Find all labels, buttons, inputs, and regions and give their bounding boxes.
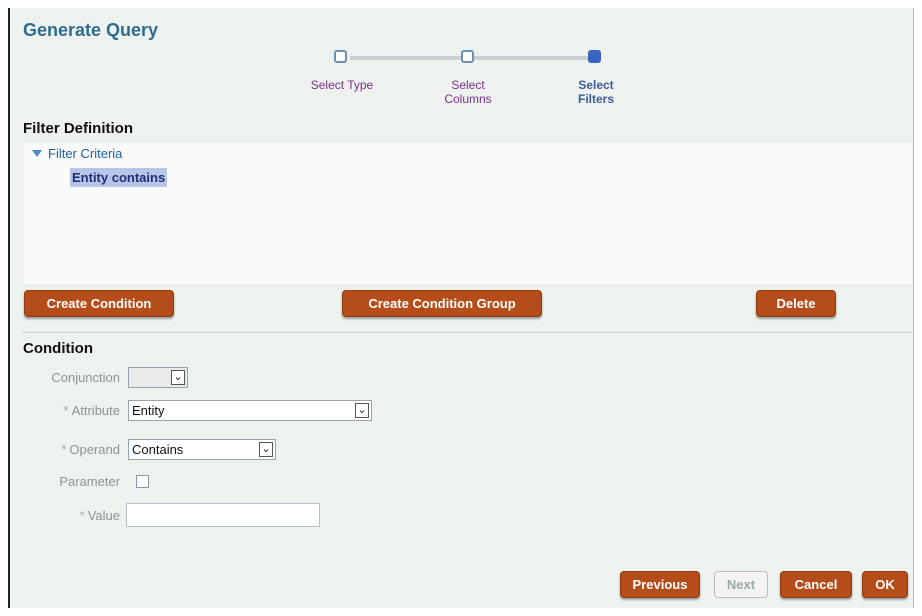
filter-definition-heading: Filter Definition <box>23 120 133 137</box>
train-stop-select-type[interactable] <box>334 50 347 63</box>
operand-value: Contains <box>132 442 184 457</box>
attribute-label: * Attribute <box>63 403 120 418</box>
next-button: Next <box>714 571 768 598</box>
dialog-title: Generate Query <box>23 20 159 40</box>
conjunction-select: ⌄ <box>128 367 188 388</box>
attribute-select[interactable]: Entity ⌄ <box>128 400 372 421</box>
ok-button[interactable]: OK <box>862 571 908 598</box>
train-connector <box>350 56 470 60</box>
train-label-select-filters: Select Filters <box>577 78 614 106</box>
train-label-select-columns[interactable]: Select Columns <box>428 78 508 106</box>
previous-button[interactable]: Previous <box>620 571 700 598</box>
chevron-down-icon[interactable]: ⌄ <box>355 403 369 418</box>
parameter-checkbox[interactable] <box>136 475 149 488</box>
train-stop-select-columns[interactable] <box>461 50 474 63</box>
required-marker: * <box>63 403 69 418</box>
train-label-select-type[interactable]: Select Type <box>292 78 392 92</box>
filter-criteria-tree: Filter Criteria Entity contains <box>24 141 912 284</box>
required-marker: * <box>79 508 85 523</box>
parameter-label: Parameter <box>59 474 120 489</box>
conjunction-label: Conjunction <box>51 370 120 385</box>
operand-label: * Operand <box>61 442 120 457</box>
generate-query-dialog: Generate Query Select Type Select Columns… <box>8 8 914 608</box>
required-marker: * <box>61 442 67 457</box>
section-divider <box>22 332 912 333</box>
create-condition-button[interactable]: Create Condition <box>24 290 174 317</box>
chevron-down-icon: ⌄ <box>171 370 185 385</box>
attribute-value: Entity <box>132 403 165 418</box>
value-input[interactable] <box>126 503 320 527</box>
tree-node-entity-contains[interactable]: Entity contains <box>70 168 168 187</box>
value-label: * Value <box>79 508 120 523</box>
cancel-button[interactable]: Cancel <box>780 571 852 598</box>
operand-select[interactable]: Contains ⌄ <box>128 439 276 460</box>
create-condition-group-button[interactable]: Create Condition Group <box>342 290 542 317</box>
train-connector <box>474 56 598 60</box>
tree-node-label: Filter Criteria <box>48 146 123 161</box>
chevron-down-icon[interactable]: ⌄ <box>259 442 273 457</box>
train-stop-select-filters <box>588 50 601 63</box>
condition-heading: Condition <box>23 340 93 357</box>
tree-node-filter-criteria[interactable]: Filter Criteria <box>32 146 122 161</box>
delete-button[interactable]: Delete <box>756 290 836 317</box>
expand-triangle-icon[interactable] <box>32 150 42 157</box>
